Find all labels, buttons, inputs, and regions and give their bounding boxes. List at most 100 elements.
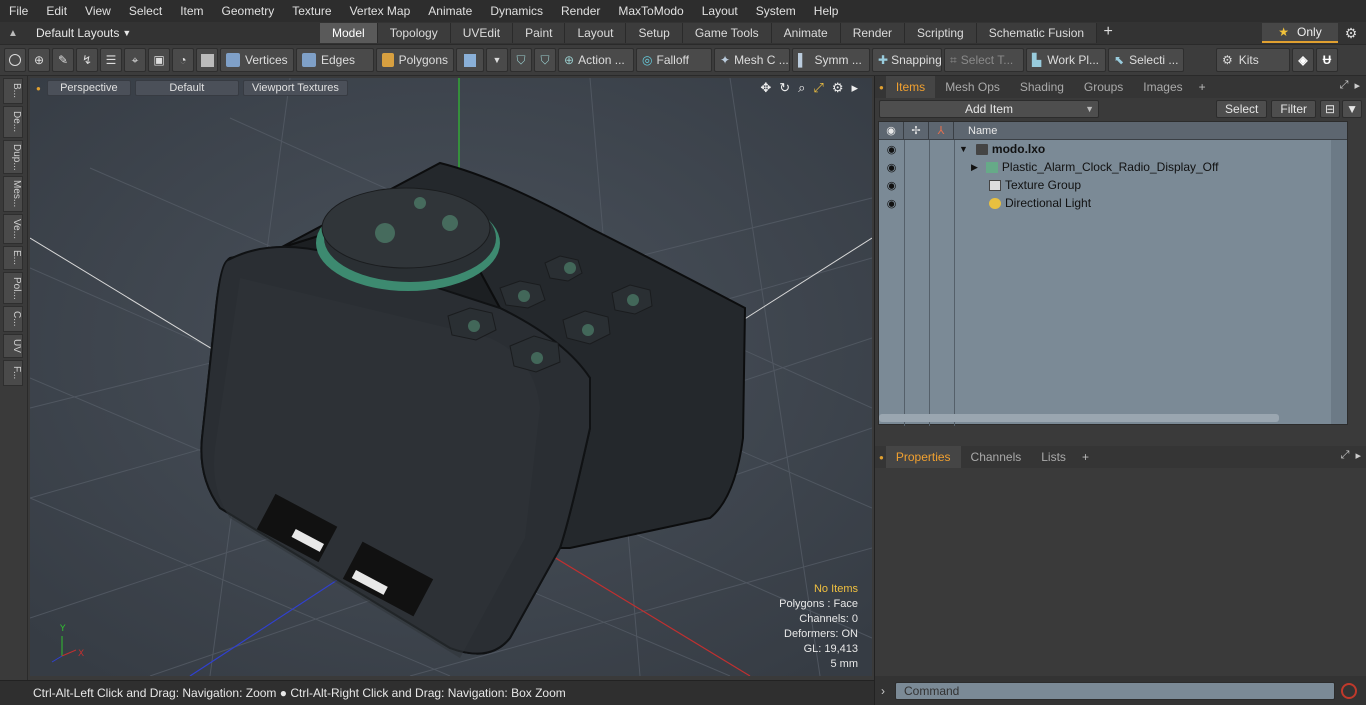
unreal-button[interactable]: Ʉ <box>1316 48 1338 72</box>
menu-layout[interactable]: Layout <box>693 0 747 22</box>
shading-button[interactable]: Default <box>134 80 239 96</box>
vtab-deform[interactable]: De... <box>3 106 23 138</box>
search-icon[interactable]: ⌕ <box>798 80 805 96</box>
expand-icon[interactable]: ▶ <box>971 162 978 173</box>
command-input[interactable]: Command <box>895 681 1335 700</box>
symmetry-x-button[interactable]: ⛉ <box>510 48 532 72</box>
type-column-icon[interactable]: ⅄ <box>929 121 954 140</box>
vertices-button[interactable]: Vertices <box>220 48 294 72</box>
item-list-hscrollbar[interactable] <box>879 414 1279 422</box>
viewport-scene[interactable]: Y X <box>30 78 872 676</box>
edges-button[interactable]: Edges <box>296 48 374 72</box>
record-icon[interactable] <box>1341 682 1357 699</box>
vtab-polygon[interactable]: Pol... <box>3 272 23 304</box>
select-through-button[interactable]: ⌗ Select T... <box>944 48 1024 72</box>
selection-sets-button[interactable]: ⬉ Selecti ... <box>1108 48 1184 72</box>
menu-animate[interactable]: Animate <box>419 0 481 22</box>
tab-game-tools[interactable]: Game Tools <box>682 23 772 43</box>
menu-select[interactable]: Select <box>120 0 171 22</box>
item-list[interactable]: ◉ ✢ ⅄ Name ◉ ▼ modo.lxo ◉ ▶ Plastic_Alar… <box>878 121 1348 426</box>
tab-groups[interactable]: Groups <box>1074 76 1133 98</box>
vtab-vertex[interactable]: Ve... <box>3 214 23 244</box>
menu-texture[interactable]: Texture <box>283 0 340 22</box>
chevron-right-icon[interactable]: ▸ <box>851 80 858 96</box>
tab-mesh-ops[interactable]: Mesh Ops <box>935 76 1010 98</box>
eye-column-icon[interactable]: ◉ <box>879 121 904 140</box>
move-icon[interactable]: ✥ <box>760 80 771 96</box>
action-button[interactable]: ⊕ Action ... <box>558 48 634 72</box>
expand-icon[interactable]: ▼ <box>959 144 968 154</box>
tab-uvedit[interactable]: UVEdit <box>450 23 514 43</box>
tab-setup[interactable]: Setup <box>626 23 683 43</box>
stack-button[interactable]: ☰ <box>100 48 122 72</box>
viewport-textures-button[interactable]: Viewport Textures <box>242 80 348 96</box>
tab-channels[interactable]: Channels <box>961 446 1032 468</box>
tab-paint[interactable]: Paint <box>513 23 566 43</box>
menu-view[interactable]: View <box>76 0 120 22</box>
polygons-button[interactable]: Polygons <box>376 48 454 72</box>
tree-row-texture-group[interactable]: ◉ Texture Group <box>879 176 1347 194</box>
tab-images[interactable]: Images <box>1133 76 1192 98</box>
symmetry-button[interactable]: ▌ Symm ... <box>792 48 870 72</box>
menu-vertex-map[interactable]: Vertex Map <box>341 0 420 22</box>
tree-row-directional-light[interactable]: ◉ Directional Light <box>879 194 1347 212</box>
add-tab-button[interactable]: + <box>1076 450 1095 464</box>
unity-button[interactable]: ◈ <box>1292 48 1314 72</box>
perspective-button[interactable]: Perspective <box>46 80 131 96</box>
kits-button[interactable]: ⚙ Kits <box>1216 48 1290 72</box>
eye-icon[interactable]: ◉ <box>879 143 904 156</box>
material-mode-button[interactable] <box>456 48 484 72</box>
eye-icon[interactable]: ◉ <box>879 197 904 210</box>
tab-layout[interactable]: Layout <box>565 23 627 43</box>
tab-properties[interactable]: Properties <box>885 446 961 468</box>
tab-schematic-fusion[interactable]: Schematic Fusion <box>976 23 1098 43</box>
rotate-button[interactable]: ◔ <box>172 48 194 72</box>
gear-icon[interactable]: ⚙ <box>832 80 844 96</box>
maximize-icon[interactable]: ⤢ <box>1340 79 1349 92</box>
tab-scripting[interactable]: Scripting <box>905 23 977 43</box>
work-plane-button[interactable]: ▙ Work Pl... <box>1026 48 1106 72</box>
tab-topology[interactable]: Topology <box>377 23 451 43</box>
tree-row-mesh[interactable]: ◉ ▶ Plastic_Alarm_Clock_Radio_Display_Of… <box>879 158 1347 176</box>
lock-column-icon[interactable]: ✢ <box>904 121 929 140</box>
add-tab-button[interactable]: + <box>1097 23 1119 43</box>
gear-icon[interactable]: ⚙ <box>1342 24 1360 42</box>
menu-dynamics[interactable]: Dynamics <box>481 0 552 22</box>
menu-geometry[interactable]: Geometry <box>213 0 284 22</box>
pen-button[interactable]: ✎ <box>52 48 74 72</box>
vtab-fusion[interactable]: F... <box>3 360 23 386</box>
layout-up-icon[interactable]: ▲ <box>8 28 22 39</box>
menu-help[interactable]: Help <box>805 0 848 22</box>
brush-button[interactable]: ↯ <box>76 48 98 72</box>
eye-icon[interactable]: ◉ <box>879 161 904 174</box>
vtab-mesh-edit[interactable]: Mes... <box>3 176 23 212</box>
vtab-basic[interactable]: B... <box>3 78 23 104</box>
name-column-header[interactable]: Name <box>954 125 997 137</box>
frame-button[interactable]: ▣ <box>148 48 170 72</box>
vtab-edge[interactable]: E... <box>3 246 23 270</box>
rotate-icon[interactable]: ↻ <box>779 80 790 96</box>
globe-button[interactable]: ⊕ <box>28 48 50 72</box>
menu-system[interactable]: System <box>747 0 805 22</box>
tab-model[interactable]: Model <box>320 23 378 43</box>
vtab-uv[interactable]: UV <box>3 334 23 358</box>
eye-icon[interactable]: ◉ <box>879 179 904 192</box>
tree-row-modo-lxo[interactable]: ◉ ▼ modo.lxo <box>879 140 1347 158</box>
item-mode-button[interactable] <box>196 48 218 72</box>
add-item-button[interactable]: Add Item ▼ <box>879 100 1099 118</box>
maximize-icon[interactable]: ⤢ <box>1341 449 1350 462</box>
select-circle-button[interactable] <box>4 48 26 72</box>
tab-render[interactable]: Render <box>840 23 906 43</box>
only-toggle[interactable]: ★ Only <box>1262 23 1338 43</box>
tab-items[interactable]: Items <box>885 76 936 98</box>
select-button[interactable]: Select <box>1216 100 1268 118</box>
center-button[interactable]: ⌖ <box>124 48 146 72</box>
falloff-button[interactable]: ◎ Falloff <box>636 48 712 72</box>
tab-shading[interactable]: Shading <box>1010 76 1074 98</box>
dropdown-button[interactable]: ▼ <box>486 48 508 72</box>
menu-maxtomodo[interactable]: MaxToModo <box>609 0 692 22</box>
mesh-constraint-button[interactable]: ✦ Mesh C ... <box>714 48 790 72</box>
filter-button[interactable]: Filter <box>1271 100 1317 118</box>
tab-lists[interactable]: Lists <box>1031 446 1076 468</box>
menu-icon[interactable]: ▸ <box>1355 449 1361 462</box>
